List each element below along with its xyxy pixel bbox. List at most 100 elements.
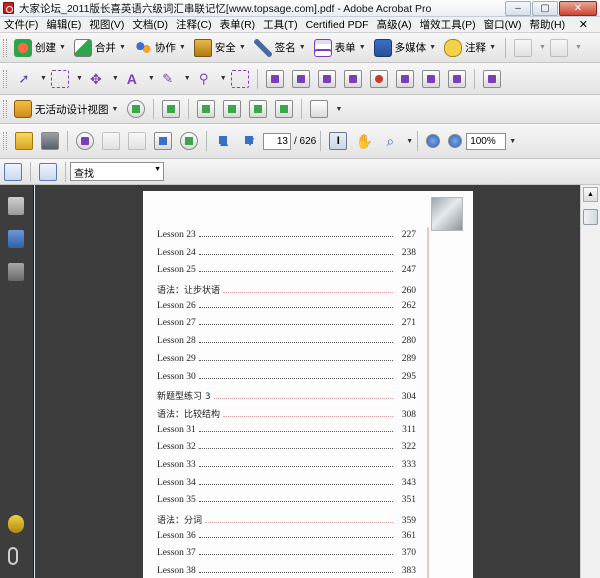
shapes-tool-icon[interactable]: ✎ — [159, 70, 177, 88]
collaborate-button[interactable]: 协作 ▼ — [131, 37, 189, 59]
comments-icon[interactable] — [8, 515, 24, 533]
maximize-button[interactable]: ▢ — [532, 1, 558, 16]
select-arrow-icon[interactable]: ➚ — [15, 70, 33, 88]
design-view-dropdown[interactable]: 无活动设计视图 ▼ — [11, 98, 121, 120]
find-box[interactable]: 查找 ▼ — [70, 162, 164, 181]
page-view-icon[interactable] — [265, 69, 284, 88]
attachments-paperclip-icon[interactable] — [8, 547, 18, 565]
chevron-down-icon[interactable]: ▼ — [184, 75, 191, 82]
comment-button[interactable]: 注释 ▼ — [441, 37, 499, 59]
print-field-icon[interactable] — [395, 69, 414, 88]
camera-icon[interactable] — [421, 69, 440, 88]
pin-icon[interactable]: ⚲ — [195, 70, 213, 88]
chevron-down-icon[interactable]: ▼ — [148, 75, 155, 82]
toolbar-grip[interactable] — [3, 38, 7, 57]
minimize-button[interactable]: – — [505, 1, 531, 16]
chevron-down-icon[interactable]: ▼ — [335, 106, 342, 113]
menu-view[interactable]: 视图(V) — [85, 17, 128, 32]
page-thumbnails-icon[interactable] — [8, 197, 24, 215]
toolbar-grip[interactable] — [3, 69, 7, 88]
chevron-down-icon[interactable]: ▼ — [40, 75, 47, 82]
toc-page: 289 — [401, 353, 416, 364]
forms-button[interactable]: 表单 ▼ — [311, 37, 369, 59]
email-icon[interactable] — [154, 132, 172, 150]
grid-icon[interactable] — [249, 100, 268, 118]
zoom-in-icon[interactable] — [448, 134, 463, 148]
fit-width-icon[interactable] — [39, 162, 57, 181]
arrow-up-icon[interactable]: ▲ — [215, 132, 233, 150]
marquee-zoom-icon[interactable]: ⌕ — [381, 132, 399, 150]
close-button[interactable]: ✕ — [559, 1, 597, 16]
document-close-icon[interactable]: ✕ — [575, 18, 592, 31]
collaborate-label: 协作 — [154, 42, 176, 54]
bookmarks-icon[interactable] — [8, 230, 24, 248]
toc-entry: Lesson 28 280 — [157, 336, 416, 354]
hand-tool-icon[interactable]: ✋ — [355, 132, 373, 150]
radio-button-field-icon[interactable] — [317, 69, 336, 88]
vertical-scrollbar[interactable]: ▲ — [580, 185, 600, 578]
signatures-icon[interactable] — [8, 263, 24, 281]
page-layout-icon[interactable] — [310, 100, 329, 118]
combine-button[interactable]: 合并 ▼ — [71, 37, 129, 59]
share-globe-icon[interactable] — [180, 132, 198, 150]
image-field-icon[interactable] — [369, 69, 388, 88]
settings-icon[interactable] — [343, 69, 362, 88]
text-field-icon[interactable] — [162, 100, 181, 118]
zoom-out-icon[interactable] — [426, 134, 441, 148]
chevron-down-icon[interactable]: ▼ — [406, 138, 413, 145]
speech-bubble-icon[interactable] — [197, 100, 216, 118]
warning-triangle-icon[interactable] — [447, 69, 466, 88]
text-tool-icon[interactable]: A — [123, 70, 141, 88]
chevron-down-icon[interactable]: ▼ — [509, 138, 516, 145]
toc-page: 238 — [401, 247, 416, 258]
toolbar-separator — [301, 99, 303, 119]
create-button[interactable]: 创建 ▼ — [11, 37, 69, 59]
checkbox-field-icon[interactable] — [291, 69, 310, 88]
menu-document[interactable]: 文档(D) — [128, 17, 172, 32]
document-viewport[interactable]: Lesson 23 227 Lesson 24 238 Lesson 25 247 语… — [35, 185, 580, 578]
marquee-select-icon[interactable] — [50, 69, 69, 88]
chevron-down-icon[interactable]: ▼ — [154, 166, 161, 173]
menu-help[interactable]: 帮助(H) — [526, 17, 570, 32]
menu-tools[interactable]: 工具(T) — [259, 17, 301, 32]
page-number-input[interactable] — [263, 132, 291, 150]
select-text-icon[interactable]: I — [329, 132, 348, 150]
sign-button[interactable]: 签名 ▼ — [251, 37, 309, 59]
secure-button[interactable]: 安全 ▼ — [191, 37, 249, 59]
arrow-down-icon[interactable]: ▼ — [241, 132, 259, 150]
layers-icon[interactable] — [275, 100, 294, 118]
page-margin-line — [427, 227, 429, 578]
print-icon[interactable] — [41, 132, 59, 150]
multimedia-button[interactable]: 多媒体 ▼ — [371, 37, 439, 59]
menu-forms[interactable]: 表单(R) — [216, 17, 260, 32]
move-icon[interactable]: ✥ — [87, 70, 105, 88]
toc-dots — [198, 483, 393, 485]
menu-certified-pdf[interactable]: Certified PDF — [302, 19, 373, 31]
menu-edit[interactable]: 编辑(E) — [42, 17, 85, 32]
open-folder-icon[interactable] — [15, 132, 33, 150]
menu-plugins[interactable]: 增效工具(P) — [416, 17, 480, 32]
menu-advanced[interactable]: 高级(A) — [373, 17, 416, 32]
scroll-up-icon[interactable]: ▲ — [583, 187, 598, 202]
menu-file[interactable]: 文件(F) — [0, 17, 42, 32]
envelope-icon[interactable] — [223, 100, 242, 118]
menu-comments[interactable]: 注释(C) — [172, 17, 216, 32]
scrollbar-thumb[interactable] — [583, 209, 598, 225]
single-page-view-icon[interactable] — [4, 162, 22, 181]
crop-icon[interactable] — [230, 69, 249, 88]
organizer-icon[interactable] — [76, 132, 94, 150]
toolbar-separator — [320, 131, 322, 151]
chevron-down-icon[interactable]: ▼ — [76, 75, 83, 82]
toc-label: Lesson 23 — [157, 230, 196, 240]
toolbar-grip[interactable] — [3, 100, 7, 118]
menu-window[interactable]: 窗口(W) — [480, 17, 526, 32]
chevron-down-icon[interactable]: ▼ — [220, 75, 227, 82]
chevron-down-icon: ▼ — [539, 44, 546, 51]
filter-icon[interactable] — [482, 69, 501, 88]
toolbar-grip[interactable] — [3, 132, 7, 150]
form-field-icon[interactable] — [127, 100, 146, 118]
chevron-down-icon[interactable]: ▼ — [112, 75, 119, 82]
find-input[interactable]: 查找 — [74, 169, 94, 180]
toolbar-separator — [206, 131, 207, 151]
zoom-level-input[interactable] — [466, 132, 507, 150]
